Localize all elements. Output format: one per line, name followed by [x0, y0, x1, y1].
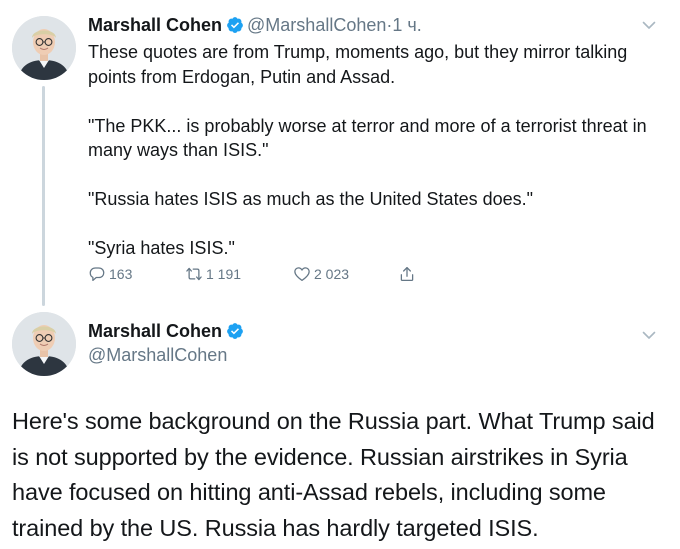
tweet-paragraph: "Syria hates ISIS.": [88, 238, 235, 258]
like-icon: [293, 265, 311, 283]
retweet-icon: [185, 265, 203, 283]
tweet-text-line: have focused on hitting anti-Assad rebel…: [12, 479, 606, 505]
tweet-header: Marshall Cohen @MarshallCohen·1 ч.: [88, 14, 422, 36]
tweet-paragraph: These quotes are from Trump, moments ago…: [88, 42, 628, 87]
reply-button[interactable]: 163: [88, 263, 132, 285]
tweet-paragraph: "Russia hates ISIS as much as the United…: [88, 189, 534, 209]
tweet-text-line: is not supported by the evidence. Russia…: [12, 443, 628, 470]
reply-count: 163: [109, 266, 133, 282]
author-handle[interactable]: @MarshallCohen: [88, 344, 227, 366]
tweet-actions: 163 1 191 2 023: [88, 263, 448, 285]
avatar[interactable]: [12, 312, 76, 376]
tweet-text: Here's some background on the Russia par…: [12, 404, 672, 546]
like-button[interactable]: 2 023: [293, 263, 349, 285]
reply-icon: [88, 265, 106, 283]
avatar[interactable]: [12, 16, 76, 80]
share-button[interactable]: [398, 263, 416, 285]
tweet-text-line: trained by the US. Russia has hardly tar…: [12, 514, 539, 541]
tweet-header: Marshall Cohen: [88, 320, 244, 342]
tweet-timestamp[interactable]: 1 ч.: [392, 15, 421, 35]
verified-badge-icon: [226, 322, 244, 340]
author-handle[interactable]: @MarshallCohen: [247, 15, 386, 35]
thread-connector-line: [42, 86, 45, 306]
retweet-count: 1 191: [206, 266, 242, 282]
chevron-down-icon[interactable]: [640, 16, 658, 34]
like-count: 2 023: [314, 266, 350, 282]
share-icon: [398, 265, 416, 283]
retweet-button[interactable]: 1 191: [185, 263, 241, 285]
tweet-text-line: Here's some background on the Russia par…: [12, 408, 655, 434]
verified-badge-icon: [226, 16, 244, 34]
chevron-down-icon[interactable]: [640, 326, 658, 344]
tweet-paragraph: "The PKK... is probably worse at terror …: [88, 115, 647, 161]
author-name[interactable]: Marshall Cohen: [88, 321, 222, 341]
author-name[interactable]: Marshall Cohen: [88, 15, 222, 35]
tweet-text: These quotes are from Trump, moments ago…: [88, 40, 663, 261]
